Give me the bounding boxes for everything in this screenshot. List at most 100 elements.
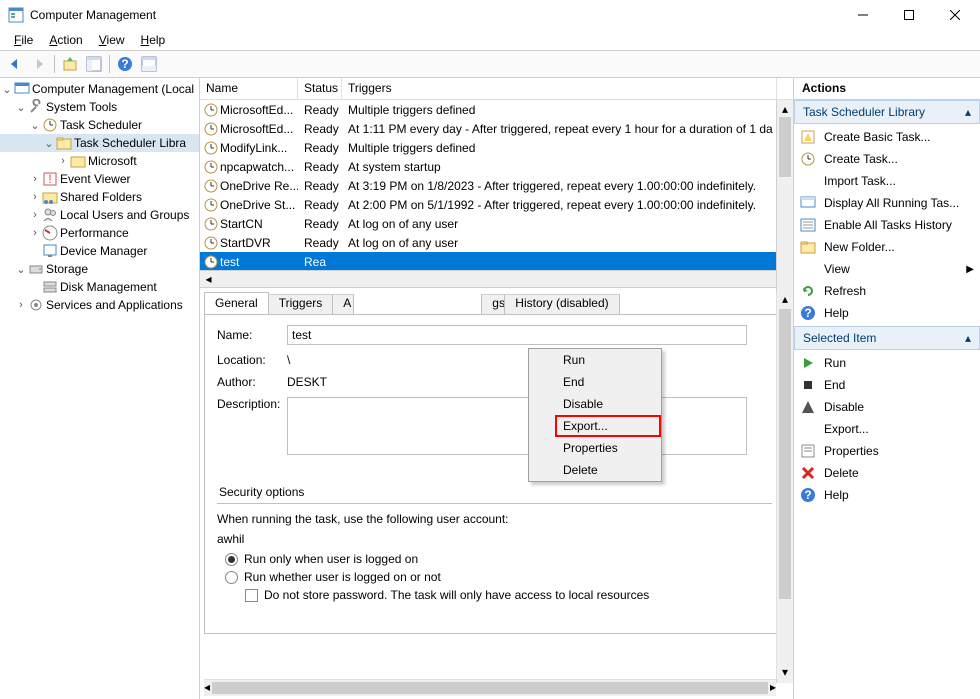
action-properties[interactable]: Properties [794, 440, 980, 462]
action-refresh[interactable]: Refresh [794, 280, 980, 302]
tree-shared-folders[interactable]: Shared Folders [60, 190, 142, 204]
tree-root[interactable]: Computer Management (Local [32, 82, 194, 96]
scrollbar-thumb[interactable] [212, 682, 768, 694]
context-menu-item-end[interactable]: End [555, 371, 661, 393]
action-help[interactable]: ?Help [794, 484, 980, 506]
tree-services-apps[interactable]: Services and Applications [46, 298, 183, 312]
context-menu-item-export[interactable]: Export... [555, 415, 661, 437]
refresh-icon [800, 283, 816, 299]
help-button[interactable]: ? [114, 53, 136, 75]
task-row[interactable]: testRea [200, 252, 793, 270]
back-button[interactable] [4, 53, 26, 75]
column-triggers[interactable]: Triggers [342, 78, 777, 99]
tree-event-viewer[interactable]: Event Viewer [60, 172, 130, 186]
column-status[interactable]: Status [298, 78, 342, 99]
task-details-pane: General Triggers A gs History (disabled)… [200, 288, 793, 699]
clock-icon [204, 179, 218, 193]
radio-logged-on[interactable] [225, 553, 238, 566]
task-list[interactable]: Name Status Triggers MicrosoftEd...Ready… [200, 78, 793, 288]
author-label: Author: [217, 375, 287, 389]
name-input[interactable] [287, 325, 747, 345]
tab-triggers[interactable]: Triggers [268, 294, 334, 314]
action-create-task-[interactable]: Create Task... [794, 148, 980, 170]
collapse-icon[interactable]: ▴ [965, 331, 971, 345]
context-menu-item-disable[interactable]: Disable [555, 393, 661, 415]
tab-history[interactable]: History (disabled) [504, 294, 619, 314]
task-status: Ready [298, 236, 342, 250]
tree-task-scheduler[interactable]: Task Scheduler [60, 118, 142, 132]
description-textarea[interactable] [287, 397, 747, 455]
scrollbar-thumb[interactable] [779, 117, 791, 177]
menu-action[interactable]: Action [41, 31, 90, 49]
menu-file[interactable]: File [6, 31, 41, 49]
actions-section-selected[interactable]: Selected Item▴ [794, 326, 980, 350]
task-row[interactable]: ModifyLink...ReadyMultiple triggers defi… [200, 138, 793, 157]
tree-performance[interactable]: Performance [60, 226, 129, 240]
horizontal-scrollbar[interactable]: ◂ ▸ [200, 270, 793, 287]
tree-microsoft[interactable]: Microsoft [88, 154, 137, 168]
task-row[interactable]: StartCNReadyAt log on of any user [200, 214, 793, 233]
task-name: StartCN [220, 217, 263, 231]
checkbox-no-store-password[interactable] [245, 589, 258, 602]
action-end[interactable]: End [794, 374, 980, 396]
context-menu-item-delete[interactable]: Delete [555, 459, 661, 481]
tree-system-tools[interactable]: System Tools [46, 100, 117, 114]
tree-device-manager[interactable]: Device Manager [60, 244, 147, 258]
column-name[interactable]: Name [200, 78, 298, 99]
maximize-button[interactable] [886, 0, 932, 30]
blank-icon [800, 421, 816, 437]
menu-help[interactable]: Help [133, 31, 174, 49]
action-delete[interactable]: Delete [794, 462, 980, 484]
details-vertical-scrollbar[interactable]: ▴▾ [776, 292, 793, 679]
action-disable[interactable]: Disable [794, 396, 980, 418]
action-label: Delete [824, 466, 974, 480]
collapse-icon[interactable]: ▴ [965, 105, 971, 119]
scrollbar-thumb[interactable] [779, 309, 791, 599]
users-icon [42, 207, 58, 223]
task-row[interactable]: StartDVRReadyAt log on of any user [200, 233, 793, 252]
task-name: OneDrive St... [220, 198, 295, 212]
tree-task-scheduler-library[interactable]: Task Scheduler Libra [74, 136, 186, 150]
wizard-icon [800, 129, 816, 145]
action-run[interactable]: Run [794, 352, 980, 374]
details-pane-button[interactable] [138, 53, 160, 75]
task-triggers: At system startup [342, 160, 793, 174]
radio-whether-logged[interactable] [225, 571, 238, 584]
task-row[interactable]: MicrosoftEd...ReadyMultiple triggers def… [200, 100, 793, 119]
action-create-basic-task-[interactable]: Create Basic Task... [794, 126, 980, 148]
scroll-left-icon[interactable]: ◂ [200, 271, 217, 287]
action-view[interactable]: View▶ [794, 258, 980, 280]
tab-general[interactable]: General [204, 292, 269, 314]
tab-actions-partial[interactable]: A [332, 294, 354, 314]
action-import-task-[interactable]: Import Task... [794, 170, 980, 192]
tree-disk-management[interactable]: Disk Management [60, 280, 157, 294]
task-row[interactable]: MicrosoftEd...ReadyAt 1:11 PM every day … [200, 119, 793, 138]
submenu-arrow-icon: ▶ [966, 264, 974, 275]
scroll-up-icon[interactable]: ▴ [777, 100, 793, 117]
app-icon [8, 7, 24, 23]
navigation-tree[interactable]: ⌄Computer Management (Local ⌄System Tool… [0, 78, 200, 699]
context-menu-item-properties[interactable]: Properties [555, 437, 661, 459]
forward-button[interactable] [28, 53, 50, 75]
action-export-[interactable]: Export... [794, 418, 980, 440]
context-menu-item-run[interactable]: Run [555, 349, 661, 371]
tab-settings-partial[interactable]: gs [481, 294, 505, 314]
action-help[interactable]: ?Help [794, 302, 980, 324]
task-row[interactable]: OneDrive St...ReadyAt 2:00 PM on 5/1/199… [200, 195, 793, 214]
task-row[interactable]: npcapwatch...ReadyAt system startup [200, 157, 793, 176]
tree-local-users[interactable]: Local Users and Groups [60, 208, 189, 222]
context-menu[interactable]: RunEndDisableExport...PropertiesDelete [528, 348, 662, 482]
clock-icon [204, 141, 218, 155]
show-hide-tree-button[interactable] [83, 53, 105, 75]
action-enable-all-tasks-history[interactable]: Enable All Tasks History [794, 214, 980, 236]
close-button[interactable] [932, 0, 978, 30]
menu-view[interactable]: View [91, 31, 133, 49]
action-display-all-running-tas-[interactable]: Display All Running Tas... [794, 192, 980, 214]
minimize-button[interactable] [840, 0, 886, 30]
actions-section-library[interactable]: Task Scheduler Library▴ [794, 100, 980, 124]
up-button[interactable] [59, 53, 81, 75]
action-new-folder-[interactable]: New Folder... [794, 236, 980, 258]
tree-storage[interactable]: Storage [46, 262, 88, 276]
details-horizontal-scrollbar[interactable]: ◂▸ [204, 679, 776, 696]
task-row[interactable]: OneDrive Re...ReadyAt 3:19 PM on 1/8/202… [200, 176, 793, 195]
